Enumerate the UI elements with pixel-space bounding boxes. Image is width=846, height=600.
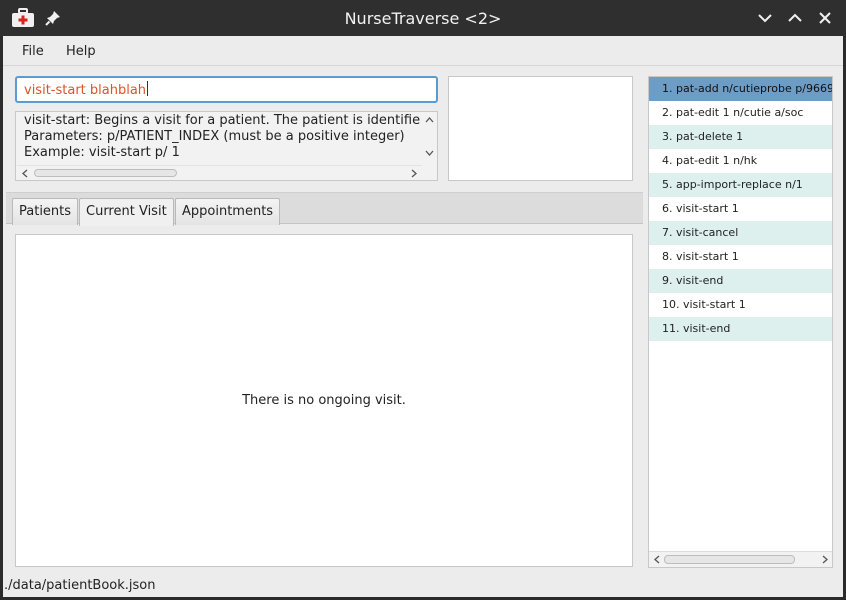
maximize-icon[interactable] (786, 9, 804, 27)
command-history-panel[interactable]: 1. pat-add n/cutieprobe p/9669 2. pat-ed… (648, 76, 833, 568)
history-item[interactable]: 7. visit-cancel (649, 221, 832, 245)
tab-patients[interactable]: Patients (12, 198, 79, 225)
result-display[interactable]: visit-start: Begins a visit for a patien… (15, 111, 438, 181)
result-line: Parameters: p/PATIENT_INDEX (must be a p… (24, 129, 405, 144)
history-item[interactable]: 2. pat-edit 1 n/cutie a/soc (649, 101, 832, 125)
current-visit-panel: There is no ongoing visit. (15, 234, 633, 567)
history-item[interactable]: 1. pat-add n/cutieprobe p/9669 (649, 77, 832, 101)
image-panel (448, 76, 633, 181)
history-item[interactable]: 4. pat-edit 1 n/hk (649, 149, 832, 173)
history-item[interactable]: 10. visit-start 1 (649, 293, 832, 317)
result-text: visit-start: Begins a visit for a patien… (24, 113, 420, 161)
history-item[interactable]: 9. visit-end (649, 269, 832, 293)
scrollbar-thumb[interactable] (34, 169, 177, 177)
status-bar-file-path: ./data/patientBook.json (4, 578, 156, 593)
scroll-left-icon[interactable] (653, 555, 661, 564)
main-window: File Help visit-start blahblah visit-sta… (3, 36, 843, 597)
history-horizontal-scrollbar[interactable] (649, 551, 832, 567)
menu-bar: File Help (3, 36, 843, 66)
text-caret (147, 81, 149, 96)
result-line: Example: visit-start p/ 1 (24, 145, 180, 160)
window-title: NurseTraverse <2> (344, 9, 502, 28)
menu-file[interactable]: File (22, 44, 44, 59)
minimize-icon[interactable] (756, 9, 774, 27)
menu-help[interactable]: Help (66, 44, 96, 59)
scroll-right-icon[interactable] (410, 169, 418, 178)
tab-appointments[interactable]: Appointments (175, 198, 281, 225)
history-item[interactable]: 6. visit-start 1 (649, 197, 832, 221)
command-input[interactable]: visit-start blahblah (15, 76, 438, 103)
scrollbar-thumb[interactable] (664, 555, 795, 564)
no-visit-message: There is no ongoing visit. (242, 393, 406, 408)
scroll-right-icon[interactable] (821, 555, 829, 564)
result-line: visit-start: Begins a visit for a patien… (24, 113, 420, 128)
history-item[interactable]: 11. visit-end (649, 317, 832, 341)
scroll-down-icon[interactable] (425, 150, 434, 157)
scroll-up-icon[interactable] (425, 116, 434, 123)
title-bar: NurseTraverse <2> (0, 0, 846, 36)
tab-current-visit[interactable]: Current Visit (79, 198, 174, 226)
result-horizontal-scrollbar[interactable] (17, 165, 422, 179)
history-list: 1. pat-add n/cutieprobe p/9669 2. pat-ed… (649, 77, 832, 341)
command-input-text: visit-start blahblah (24, 83, 147, 98)
close-icon[interactable] (816, 9, 834, 27)
history-item[interactable]: 8. visit-start 1 (649, 245, 832, 269)
history-item[interactable]: 5. app-import-replace n/1 (649, 173, 832, 197)
scroll-left-icon[interactable] (21, 169, 29, 178)
history-item[interactable]: 3. pat-delete 1 (649, 125, 832, 149)
tab-strip: Patients Current Visit Appointments (6, 192, 643, 226)
